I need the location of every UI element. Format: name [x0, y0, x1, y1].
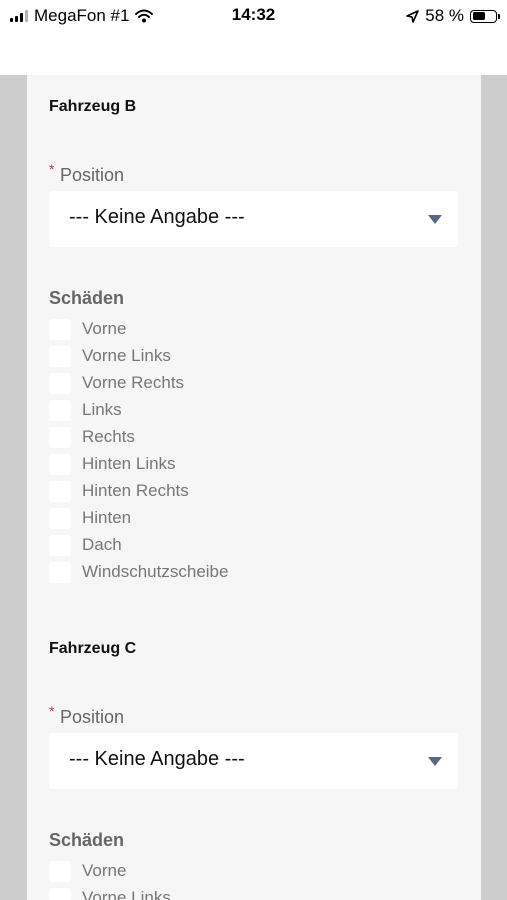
checkbox-label: Vorne: [82, 319, 127, 338]
damage-option[interactable]: Dach: [49, 534, 122, 556]
damage-option[interactable]: Hinten: [49, 507, 131, 529]
checkbox[interactable]: [49, 860, 71, 882]
vehicle-c-title: Fahrzeug C: [49, 640, 137, 657]
form-panel: Fahrzeug B * Position --- Keine Angabe -…: [27, 75, 481, 900]
battery-percent: 58 %: [425, 6, 464, 25]
checkbox[interactable]: [49, 507, 71, 529]
required-marker: *: [49, 161, 55, 177]
checkbox-label: Vorne: [82, 861, 127, 880]
checkbox[interactable]: [49, 318, 71, 340]
vehicle-b-damage-title: Schäden: [49, 288, 125, 308]
select-value: --- Keine Angabe ---: [69, 206, 245, 228]
checkbox-label: Vorne Links: [82, 346, 171, 365]
checkbox-label: Hinten Links: [82, 454, 176, 473]
checkbox-label: Vorne Links: [82, 888, 171, 900]
required-marker: *: [49, 703, 55, 719]
position-label: Position: [60, 165, 125, 185]
checkbox[interactable]: [49, 534, 71, 556]
vehicle-b-position-select[interactable]: --- Keine Angabe ---: [49, 191, 458, 247]
checkbox-label: Dach: [82, 535, 122, 554]
checkbox[interactable]: [49, 399, 71, 421]
vehicle-c-damage-title: Schäden: [49, 830, 125, 850]
damage-option[interactable]: Vorne Links: [49, 345, 171, 367]
checkbox-label: Windschutzscheibe: [82, 562, 229, 581]
damage-option[interactable]: Vorne: [49, 318, 126, 340]
checkbox-label: Vorne Rechts: [82, 373, 185, 392]
vehicle-b-title: Fahrzeug B: [49, 98, 137, 115]
checkbox[interactable]: [49, 426, 71, 448]
damage-option[interactable]: Windschutzscheibe: [49, 561, 228, 583]
damage-option[interactable]: Rechts: [49, 426, 135, 448]
damage-option[interactable]: Hinten Links: [49, 453, 176, 475]
damage-option[interactable]: Links: [49, 399, 122, 421]
checkbox[interactable]: [49, 887, 71, 900]
damage-option[interactable]: Vorne Rechts: [49, 372, 184, 394]
damage-option[interactable]: Hinten Rechts: [49, 480, 189, 502]
damage-option[interactable]: Vorne: [49, 860, 126, 882]
caret-down-icon: [428, 215, 442, 224]
checkbox[interactable]: [49, 561, 71, 583]
checkbox[interactable]: [49, 480, 71, 502]
battery-icon: [470, 9, 500, 23]
damage-option[interactable]: Vorne Links: [49, 887, 171, 900]
checkbox-label: Hinten Rechts: [82, 481, 189, 500]
status-right: 58 %: [406, 6, 500, 26]
caret-down-icon: [428, 757, 442, 766]
position-label: Position: [60, 707, 125, 727]
page-background: Fahrzeug B * Position --- Keine Angabe -…: [0, 75, 507, 900]
checkbox-label: Links: [82, 400, 122, 419]
status-bar: MegaFon #1 14:32 58 %: [0, 0, 507, 32]
select-value: --- Keine Angabe ---: [69, 748, 245, 770]
checkbox[interactable]: [49, 345, 71, 367]
checkbox[interactable]: [49, 372, 71, 394]
checkbox[interactable]: [49, 453, 71, 475]
checkbox-label: Rechts: [82, 427, 135, 446]
vehicle-c-position-select[interactable]: --- Keine Angabe ---: [49, 733, 458, 789]
checkbox-label: Hinten: [82, 508, 132, 527]
location-arrow-icon: [406, 9, 420, 23]
